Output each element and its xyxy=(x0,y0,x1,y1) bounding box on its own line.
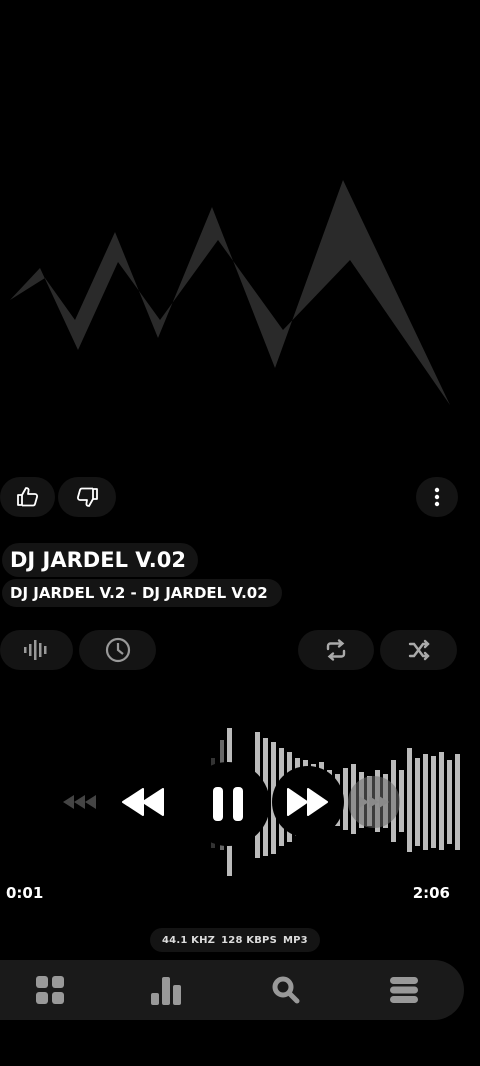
fast-forward-icon xyxy=(287,788,328,816)
file-format: MP3 xyxy=(282,934,308,946)
rewind-icon xyxy=(122,788,164,816)
seek-back-icon xyxy=(63,795,96,809)
pause-button[interactable] xyxy=(186,762,270,846)
track-title: DJ JARDEL V.02 xyxy=(2,543,199,577)
album-art xyxy=(10,180,450,405)
nav-search-button[interactable] xyxy=(266,970,306,1010)
track-subtitle: DJ JARDEL V.2 - DJ JARDEL V.02 xyxy=(2,579,282,607)
seek-forward-icon xyxy=(359,796,389,808)
pause-icon xyxy=(213,787,243,821)
chart-icon xyxy=(151,977,181,1005)
dislike-button[interactable] xyxy=(58,477,116,517)
audio-info-badge: 44.1 KHZ 128 KBPS MP3 xyxy=(150,928,320,952)
grid-icon xyxy=(36,976,64,1004)
elapsed-time: 0:01 xyxy=(6,884,44,902)
nav-menu-button[interactable] xyxy=(384,970,424,1010)
seek-back-button[interactable] xyxy=(60,788,100,816)
nav-stats-button[interactable] xyxy=(148,970,188,1010)
sleep-timer-button[interactable] xyxy=(79,630,156,670)
menu-icon xyxy=(390,977,418,1003)
clock-icon xyxy=(105,637,130,663)
nav-library-button[interactable] xyxy=(30,970,70,1010)
thumbs-up-icon xyxy=(16,487,38,507)
like-button[interactable] xyxy=(0,477,55,517)
shuffle-button[interactable] xyxy=(380,630,457,670)
repeat-button[interactable] xyxy=(298,630,374,670)
sample-rate: 44.1 KHZ xyxy=(162,934,216,946)
fast-forward-button[interactable] xyxy=(272,766,344,838)
bitrate: 128 KBPS xyxy=(221,934,277,946)
search-icon xyxy=(272,976,300,1004)
more-options-button[interactable] xyxy=(416,477,458,517)
thumbs-down-icon xyxy=(76,487,98,507)
equalizer-icon xyxy=(23,640,46,660)
shuffle-icon xyxy=(408,639,430,661)
total-duration: 2:06 xyxy=(412,884,450,902)
more-vertical-icon xyxy=(434,487,440,507)
rewind-button[interactable] xyxy=(118,780,170,824)
equalizer-button[interactable] xyxy=(0,630,73,670)
seek-forward-button[interactable] xyxy=(348,776,400,828)
repeat-icon xyxy=(326,639,346,661)
bottom-navigation xyxy=(0,960,464,1020)
